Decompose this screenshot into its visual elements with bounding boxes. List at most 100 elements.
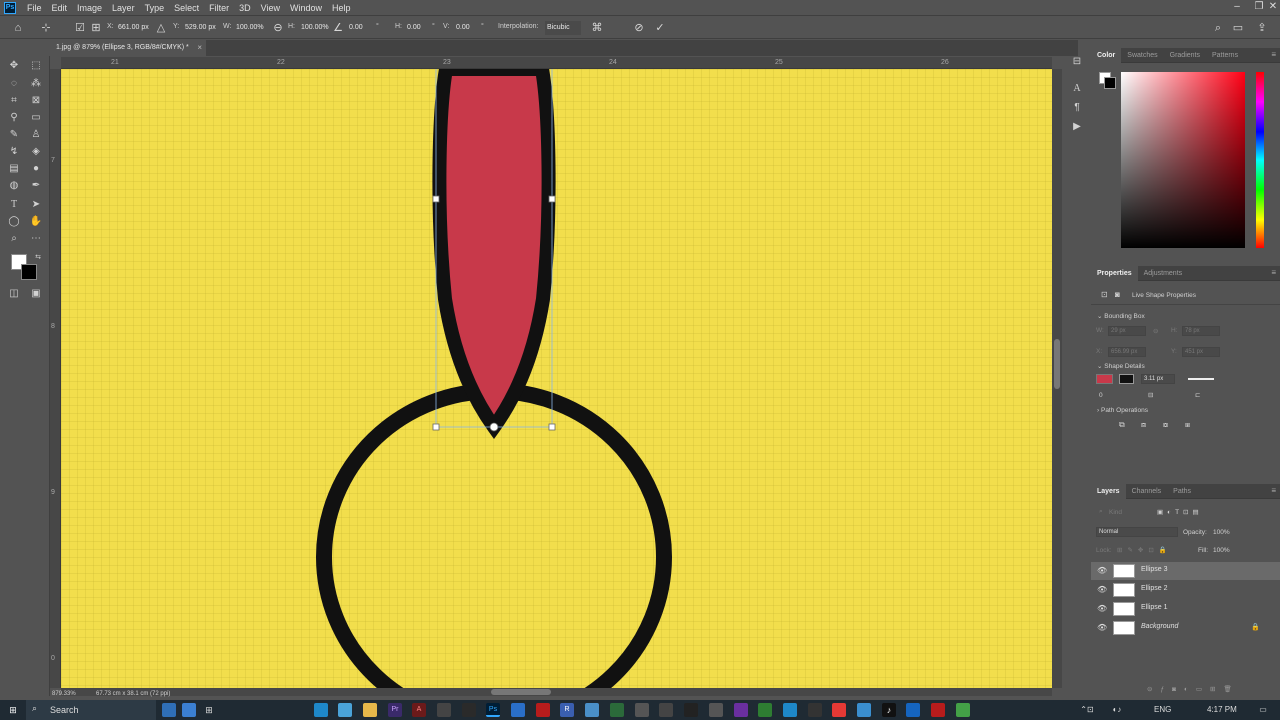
clone-stamp-tool-icon[interactable]: ♙ [28, 127, 44, 143]
layer-name[interactable]: Ellipse 2 [1141, 585, 1167, 592]
app-icon[interactable]: A [412, 703, 426, 717]
menu-view[interactable]: View [256, 3, 285, 13]
visibility-eye-icon[interactable]: 👁 [1097, 585, 1107, 594]
rotation-field[interactable]: 0.00 [347, 21, 371, 35]
character-panel-icon[interactable]: A [1069, 81, 1085, 97]
app-icon[interactable] [808, 703, 822, 717]
chrome-icon[interactable] [832, 703, 846, 717]
background-color-swatch[interactable] [21, 264, 37, 280]
tab-layers[interactable]: Layers [1091, 483, 1126, 499]
stroke-caps-icon[interactable]: ⊏ [1195, 391, 1200, 399]
layer-row-ellipse-3[interactable]: 👁 Ellipse 3 [1091, 562, 1280, 580]
path-operations-heading[interactable]: › Path Operations [1097, 407, 1148, 414]
width-field[interactable]: 100.00% [234, 21, 268, 35]
transform-handle[interactable] [548, 423, 556, 431]
minimize-button[interactable]: – [1226, 0, 1248, 16]
panel-menu-icon[interactable]: ≡ [1271, 486, 1276, 495]
clock[interactable]: 4:17 PM [1207, 705, 1237, 714]
color-picker-field[interactable] [1121, 72, 1245, 248]
notification-icon[interactable]: ▭ [1256, 703, 1270, 717]
corner-count-field[interactable]: 0 [1099, 392, 1103, 399]
workspace-icon[interactable]: ▭ [1230, 20, 1246, 36]
acrobat-icon[interactable] [536, 703, 550, 717]
swap-colors-icon[interactable]: ⇆ [30, 250, 46, 266]
shape-details-heading[interactable]: ⌄ Shape Details [1097, 362, 1145, 370]
stroke-type-select[interactable] [1188, 378, 1214, 380]
height-field[interactable]: 100.00% [299, 21, 333, 35]
blur-tool-icon[interactable]: ● [28, 161, 44, 177]
tab-patterns[interactable]: Patterns [1206, 48, 1244, 63]
intersect-shapes-icon[interactable]: ⧇ [1163, 420, 1168, 430]
menu-file[interactable]: File [22, 3, 47, 13]
visibility-eye-icon[interactable]: 👁 [1097, 604, 1107, 613]
share-icon[interactable]: ⇪ [1254, 20, 1270, 36]
file-explorer-icon[interactable] [363, 703, 377, 717]
menu-3d[interactable]: 3D [234, 3, 256, 13]
reference-point-checkbox-icon[interactable]: ☑ [72, 20, 88, 36]
subtract-shape-icon[interactable]: ⧈ [1141, 420, 1146, 430]
close-window-button[interactable]: ✕ [1262, 0, 1280, 16]
app-icon[interactable] [635, 703, 649, 717]
transform-reference-point[interactable] [489, 422, 499, 432]
layer-kind-filter[interactable]: Kind [1109, 509, 1122, 516]
shape-height-field[interactable]: 78 px [1182, 326, 1220, 336]
search-icon[interactable]: ⌕ [1210, 20, 1226, 36]
transform-handle[interactable] [432, 423, 440, 431]
premiere-icon[interactable]: Pr [388, 703, 402, 717]
hue-slider[interactable] [1256, 72, 1264, 248]
layer-name[interactable]: Ellipse 1 [1141, 604, 1167, 611]
reference-point-grid-icon[interactable]: ⊞ [88, 20, 104, 36]
brush-tool-icon[interactable]: ✎ [6, 127, 22, 143]
tab-adjustments[interactable]: Adjustments [1138, 266, 1189, 281]
blend-mode-select[interactable]: Normal [1096, 527, 1178, 537]
dodge-tool-icon[interactable]: ◍ [6, 178, 22, 194]
system-tray-icons[interactable]: ⌃⊡ [1080, 703, 1094, 717]
hand-tool-icon[interactable]: ✋ [28, 214, 44, 230]
pen-tool-icon[interactable]: ✒ [28, 178, 44, 194]
language-indicator[interactable]: ENG [1154, 705, 1171, 714]
shape-width-field[interactable]: 29 px [1108, 326, 1146, 336]
actions-panel-icon[interactable]: ▶ [1069, 119, 1085, 135]
menu-layer[interactable]: Layer [107, 3, 140, 13]
magic-wand-tool-icon[interactable]: ⁂ [28, 76, 44, 92]
app-icon[interactable] [931, 703, 945, 717]
word-icon[interactable] [511, 703, 525, 717]
shape-y-field[interactable]: 451 px [1182, 347, 1220, 357]
commit-transform-icon[interactable]: ✓ [652, 20, 668, 36]
tiktok-icon[interactable]: ♪ [882, 703, 896, 717]
eyedropper-tool-icon[interactable]: ⚲ [6, 110, 22, 126]
visibility-eye-icon[interactable]: 👁 [1097, 623, 1107, 632]
app-icon[interactable] [437, 703, 451, 717]
move-tool-icon[interactable]: ✥ [6, 58, 22, 74]
zoom-tool-icon[interactable]: ⌕ [6, 231, 22, 247]
link-dimensions-icon[interactable]: ⊖ [1153, 327, 1158, 335]
document-canvas[interactable] [61, 69, 1052, 688]
app-icon[interactable] [956, 703, 970, 717]
horizontal-scroll-thumb[interactable] [491, 689, 551, 695]
app-icon[interactable] [783, 703, 797, 717]
lock-icons[interactable]: ⊞✎✥⊡🔒 [1117, 546, 1172, 554]
vertical-scrollbar[interactable] [1052, 69, 1062, 688]
app-icon[interactable] [462, 703, 476, 717]
layer-name[interactable]: Ellipse 3 [1141, 566, 1167, 573]
eraser-tool-icon[interactable]: ◈ [28, 144, 44, 160]
move-tool-preset-icon[interactable]: ⊹ [38, 20, 54, 36]
vertical-scroll-thumb[interactable] [1054, 339, 1060, 389]
frame-tool-icon[interactable]: ⊠ [28, 93, 44, 109]
x-position-field[interactable]: 661.00 px [116, 21, 152, 35]
menu-type[interactable]: Type [140, 3, 170, 13]
menu-help[interactable]: Help [327, 3, 356, 13]
layer-row-background[interactable]: 👁 Background 🔒 [1091, 619, 1280, 637]
visibility-eye-icon[interactable]: 👁 [1097, 566, 1107, 575]
history-panel-icon[interactable]: ⊟ [1069, 54, 1085, 70]
path-selection-tool-icon[interactable]: ➤ [28, 197, 44, 213]
history-brush-tool-icon[interactable]: ↯ [6, 144, 22, 160]
paragraph-panel-icon[interactable]: ¶ [1069, 100, 1085, 116]
app-icon[interactable] [684, 703, 698, 717]
layer-row-ellipse-2[interactable]: 👁 Ellipse 2 [1091, 581, 1280, 599]
link-proportions-icon[interactable]: ⊖ [270, 20, 286, 36]
tab-color[interactable]: Color [1091, 47, 1122, 63]
ellipse-tool-icon[interactable]: ◯ [6, 214, 22, 230]
home-icon[interactable]: ⌂ [10, 20, 26, 36]
zoom-level[interactable]: 879.33% [52, 688, 76, 700]
